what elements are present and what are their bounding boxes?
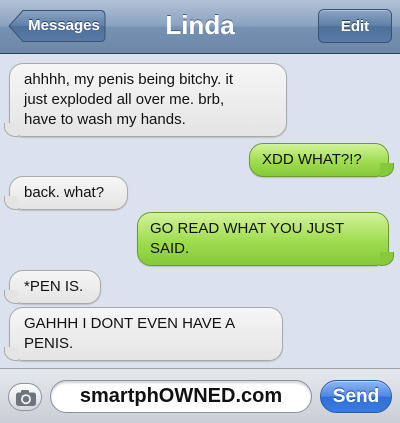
message-line: GO READ WHAT YOU JUST [150, 220, 345, 237]
message-line: ahhhh, my penis being bitchy. it [24, 71, 234, 88]
message-thread[interactable]: ahhhh, my penis being bitchy. it just ex… [0, 55, 400, 367]
message-sent: XDD WHAT?!? [249, 143, 394, 177]
message-line: SAID. [150, 240, 190, 257]
camera-icon [16, 390, 36, 406]
camera-button[interactable] [8, 383, 42, 411]
message-line: PENIS. [24, 335, 74, 352]
edit-button[interactable]: Edit [318, 9, 392, 43]
message-received: ahhhh, my penis being bitchy. it just ex… [9, 63, 287, 137]
message-line: have to wash my hands. [24, 111, 186, 128]
message-input[interactable]: smartphOWNED.com [50, 380, 312, 413]
message-line: back. what? [24, 184, 105, 201]
compose-bar: smartphOWNED.com Send [0, 368, 400, 423]
message-received: back. what? [9, 176, 128, 210]
message-line: XDD WHAT?!? [262, 151, 362, 168]
message-line: *PEN IS. [24, 278, 84, 295]
message-line: GAHHH I DONT EVEN HAVE A [24, 315, 236, 332]
message-sent: GO READ WHAT YOU JUST SAID. [137, 212, 394, 266]
send-button[interactable]: Send [320, 380, 392, 413]
message-received: GAHHH I DONT EVEN HAVE A PENIS. [9, 307, 283, 361]
navigation-bar: Messages Linda Edit [0, 0, 400, 54]
message-line: just exploded all over me. brb, [24, 91, 225, 108]
message-received: *PEN IS. [9, 270, 101, 304]
